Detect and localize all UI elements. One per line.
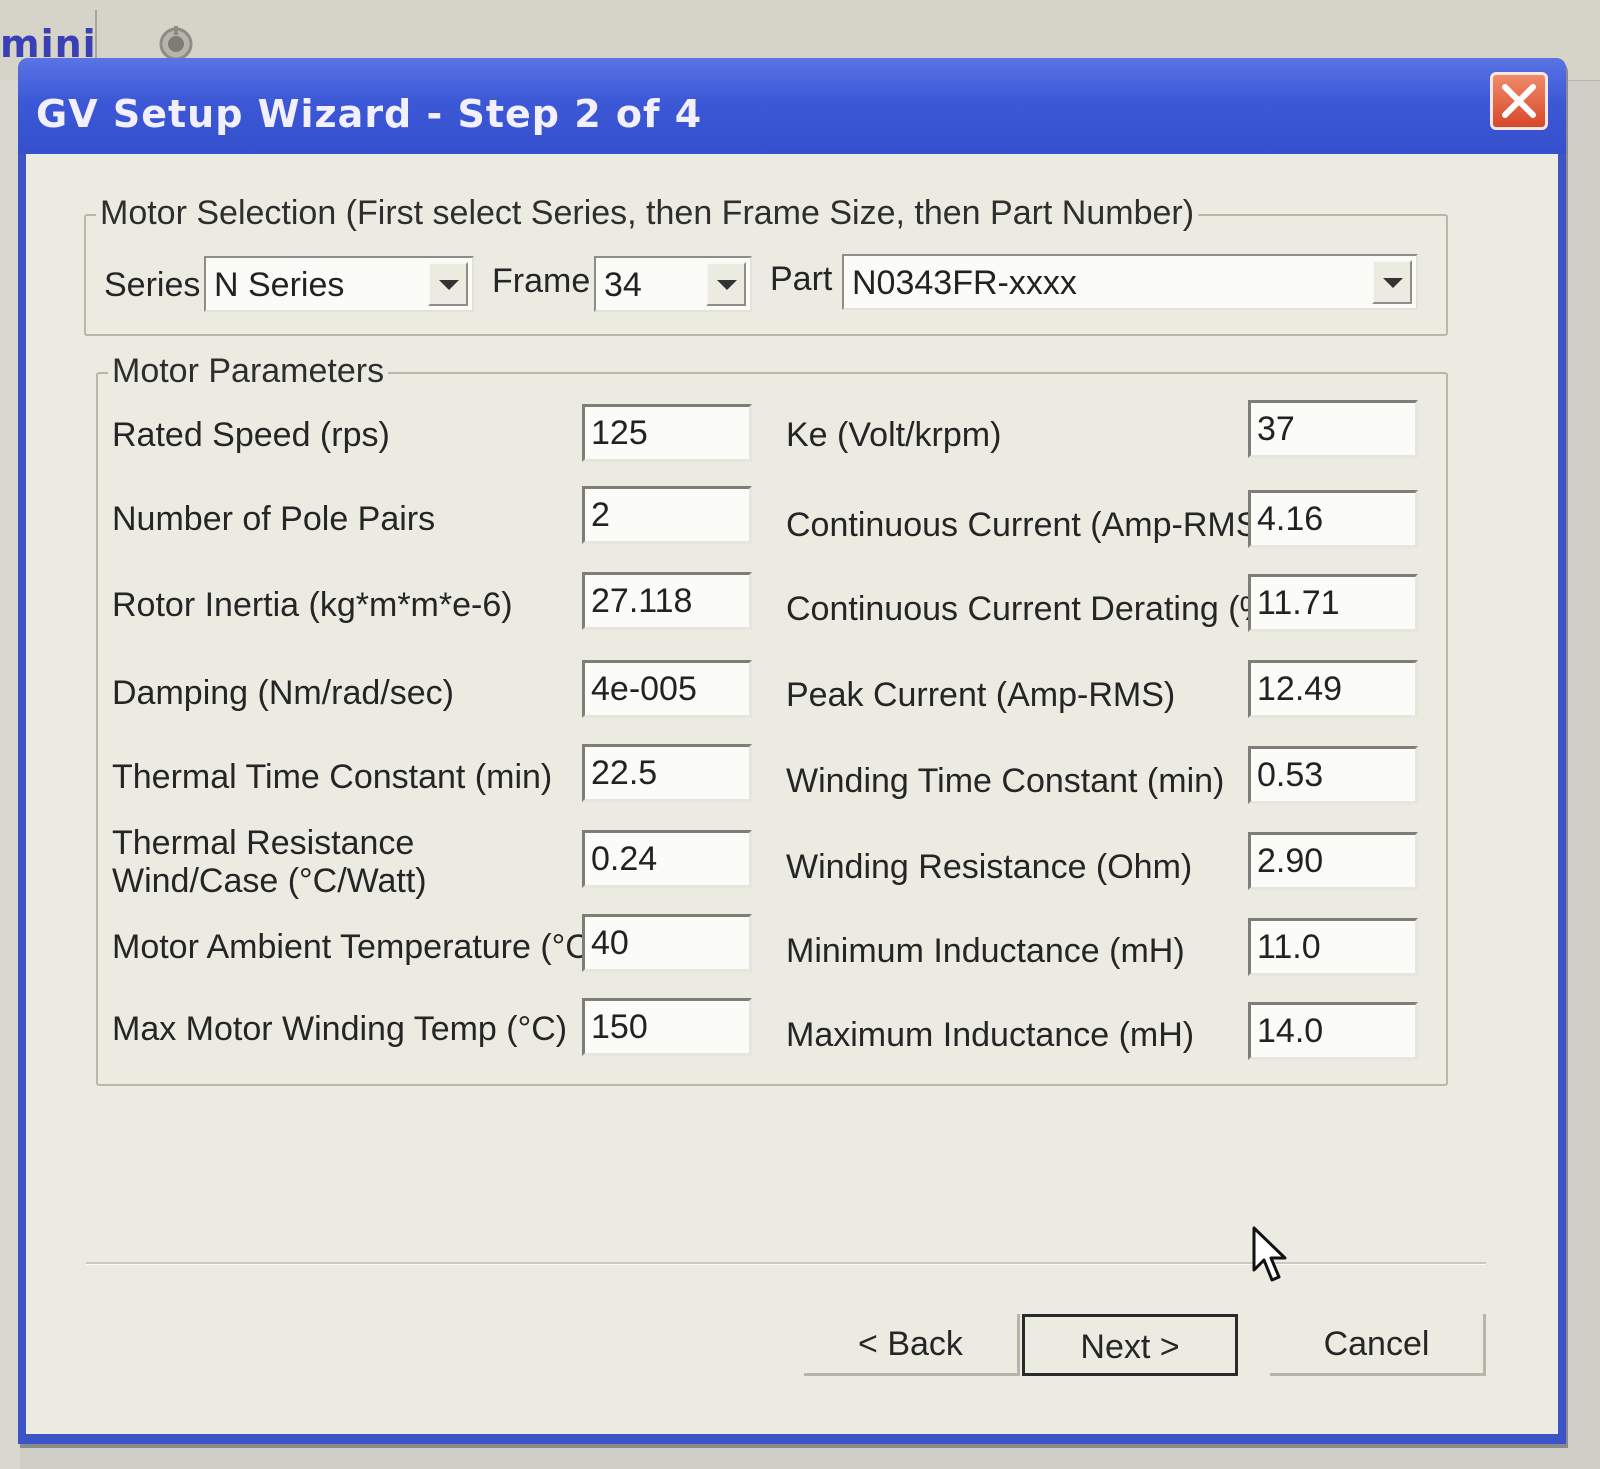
ke-input[interactable]: [1248, 400, 1418, 458]
thermal-resistance-label: Thermal Resistance Wind/Case (°C/Watt): [112, 824, 427, 900]
minimum-inductance-input[interactable]: [1248, 918, 1418, 976]
setup-wizard-dialog: GV Setup Wizard - Step 2 of 4 Motor Sele…: [18, 58, 1566, 1444]
peak-current-input[interactable]: [1248, 660, 1418, 718]
max-winding-temp-input[interactable]: [582, 998, 752, 1056]
winding-resistance-input[interactable]: [1248, 832, 1418, 890]
chevron-down-icon[interactable]: [428, 262, 468, 306]
damping-input[interactable]: [582, 660, 752, 718]
maximum-inductance-input[interactable]: [1248, 1002, 1418, 1060]
motor-selection-group: Motor Selection (First select Series, th…: [84, 194, 1448, 336]
series-select[interactable]: N Series: [204, 256, 474, 312]
ke-label: Ke (Volt/krpm): [786, 416, 1002, 454]
chevron-down-icon[interactable]: [706, 262, 746, 306]
pole-pairs-input[interactable]: [582, 486, 752, 544]
ambient-temperature-input[interactable]: [582, 914, 752, 972]
damping-label: Damping (Nm/rad/sec): [112, 674, 454, 712]
background-app-strip: [0, 80, 20, 1469]
part-select-value: N0343FR-xxxx: [852, 264, 1077, 302]
close-button[interactable]: [1490, 72, 1548, 130]
motor-parameters-group-label: Motor Parameters: [108, 352, 389, 391]
winding-time-constant-input[interactable]: [1248, 746, 1418, 804]
thermal-time-constant-input[interactable]: [582, 744, 752, 802]
close-icon: [1502, 84, 1536, 118]
chevron-down-icon[interactable]: [1372, 260, 1412, 304]
title-bar[interactable]: GV Setup Wizard - Step 2 of 4: [18, 58, 1566, 154]
rated-speed-label: Rated Speed (rps): [112, 416, 390, 454]
motor-parameters-group: Motor Parameters Rated Speed (rps) Numbe…: [96, 352, 1448, 1086]
max-winding-temp-label: Max Motor Winding Temp (°C): [112, 1010, 568, 1048]
frame-select-value: 34: [604, 266, 642, 304]
pole-pairs-label: Number of Pole Pairs: [112, 500, 436, 538]
thermal-resistance-input[interactable]: [582, 830, 752, 888]
frame-select[interactable]: 34: [594, 256, 752, 312]
series-label: Series: [104, 266, 201, 304]
mouse-pointer-icon: [1252, 1226, 1287, 1282]
part-label: Part: [770, 260, 833, 298]
rotor-inertia-label: Rotor Inertia (kg*m*m*e-6): [112, 586, 513, 624]
continuous-current-input[interactable]: [1248, 490, 1418, 548]
series-select-value: N Series: [214, 266, 345, 304]
cancel-button[interactable]: Cancel: [1270, 1314, 1486, 1376]
part-select[interactable]: N0343FR-xxxx: [842, 254, 1418, 310]
current-derating-label: Continuous Current Derating (%): [786, 590, 1282, 628]
rotor-inertia-input[interactable]: [582, 572, 752, 630]
winding-time-constant-label: Winding Time Constant (min): [786, 762, 1225, 800]
winding-resistance-label: Winding Resistance (Ohm): [786, 848, 1193, 886]
back-button[interactable]: < Back: [804, 1314, 1020, 1376]
current-derating-input[interactable]: [1248, 574, 1418, 632]
motor-selection-group-label: Motor Selection (First select Series, th…: [96, 194, 1199, 233]
frame-label: Frame: [492, 262, 591, 300]
maximum-inductance-label: Maximum Inductance (mH): [786, 1016, 1195, 1054]
next-button[interactable]: Next >: [1022, 1314, 1238, 1376]
dialog-client-area: Motor Selection (First select Series, th…: [26, 154, 1558, 1434]
minimum-inductance-label: Minimum Inductance (mH): [786, 932, 1185, 970]
window-title: GV Setup Wizard - Step 2 of 4: [36, 92, 703, 136]
thermal-time-constant-label: Thermal Time Constant (min): [112, 758, 553, 796]
continuous-current-label: Continuous Current (Amp-RMS): [786, 506, 1270, 544]
ambient-temperature-label: Motor Ambient Temperature (°C): [112, 928, 602, 966]
rated-speed-input[interactable]: [582, 404, 752, 462]
peak-current-label: Peak Current (Amp-RMS): [786, 676, 1176, 714]
